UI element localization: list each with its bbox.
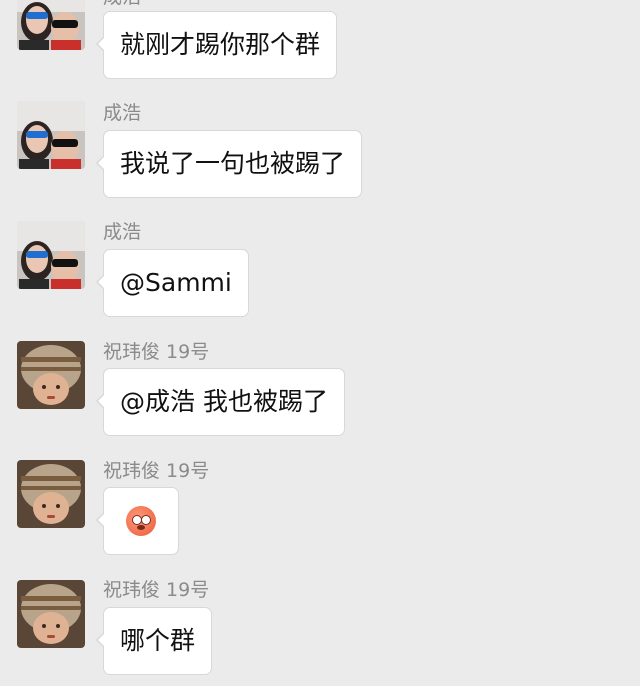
- message-bubble[interactable]: @成浩 我也被踢了: [96, 368, 345, 436]
- sender-name: 成浩: [103, 221, 142, 243]
- sender-name: 祝玮俊 19号: [103, 460, 210, 482]
- sender-name: 成浩: [103, 0, 141, 8]
- sender-avatar[interactable]: [17, 580, 85, 648]
- sender-avatar[interactable]: [17, 460, 85, 528]
- sender-name: 祝玮俊 19号: [103, 579, 210, 601]
- sender-avatar[interactable]: [17, 341, 85, 409]
- sender-name: 成浩: [103, 102, 142, 124]
- message-bubble[interactable]: [96, 487, 179, 555]
- sender-avatar[interactable]: [17, 221, 85, 289]
- sender-avatar[interactable]: [17, 0, 85, 50]
- flushed-face-emoji-icon: [126, 506, 156, 536]
- message-bubble[interactable]: 我说了一句也被踢了: [95, 130, 363, 198]
- sender-avatar[interactable]: [17, 101, 85, 169]
- sender-name: 祝玮俊 19号: [103, 341, 210, 363]
- message-bubble[interactable]: 就刚才踢你那个群: [95, 11, 338, 79]
- message-bubble[interactable]: 哪个群: [95, 607, 213, 675]
- message-bubble[interactable]: @Sammi: [96, 249, 249, 317]
